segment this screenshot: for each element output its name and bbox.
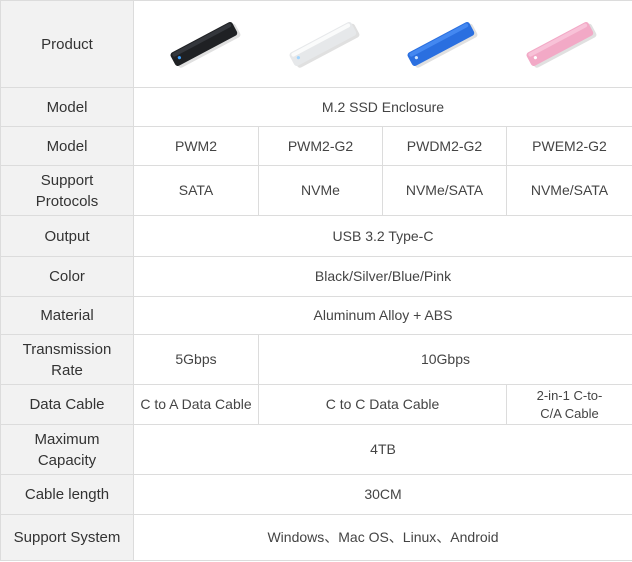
label-product: Product	[0, 0, 134, 88]
label-capacity: Maximum Capacity	[0, 424, 134, 475]
product-images	[133, 0, 632, 88]
row-model-type: Model M.2 SSD Enclosure	[0, 87, 632, 127]
label-transmission-rate: Transmission Rate	[0, 334, 134, 385]
row-output: Output USB 3.2 Type-C	[0, 215, 632, 257]
product-image-strip	[136, 14, 630, 74]
model-pwem2-g2: PWEM2-G2	[506, 126, 632, 166]
model-type-value: M.2 SSD Enclosure	[133, 87, 632, 127]
material-value: Aluminum Alloy + ABS	[133, 296, 632, 335]
row-support-system: Support System Windows、Mac OS、Linux、Andr…	[0, 514, 632, 561]
row-color: Color Black/Silver/Blue/Pink	[0, 256, 632, 297]
label-capacity-line2: Capacity	[37, 451, 97, 469]
label-support-system: Support System	[0, 514, 134, 561]
row-product: Product	[0, 0, 632, 88]
rate-5gbps: 5Gbps	[133, 334, 259, 385]
cable-length-value: 30CM	[133, 474, 632, 515]
label-rate-line2: Rate	[51, 361, 83, 379]
model-pwm2: PWM2	[133, 126, 259, 166]
color-value: Black/Silver/Blue/Pink	[133, 256, 632, 297]
rate-10gbps: 10Gbps	[258, 334, 632, 385]
label-model-type: Model	[0, 87, 134, 127]
row-protocols: Support Protocols SATA NVMe NVMe/SATA NVM…	[0, 165, 632, 216]
label-material: Material	[0, 296, 134, 335]
cable-2-in-1-line1: 2-in-1 C-to-	[536, 387, 603, 403]
label-rate-line1: Transmission	[22, 340, 112, 358]
model-pwm2-g2: PWM2-G2	[258, 126, 383, 166]
label-model: Model	[0, 126, 134, 166]
black-enclosure	[165, 14, 245, 74]
cable-2-in-1: 2-in-1 C-to- C/A Cable	[506, 384, 632, 425]
support-system-value: Windows、Mac OS、Linux、Android	[133, 514, 632, 561]
spec-table: Product Model M.2 SSD Enclosure Model PW…	[0, 0, 632, 561]
label-protocols-line1: Support	[40, 171, 94, 189]
label-output: Output	[0, 215, 134, 257]
protocol-pwm2-g2: NVMe	[258, 165, 383, 216]
row-capacity: Maximum Capacity 4TB	[0, 424, 632, 475]
row-data-cable: Data Cable C to A Data Cable C to C Data…	[0, 384, 632, 425]
cable-c-to-c: C to C Data Cable	[258, 384, 507, 425]
label-color: Color	[0, 256, 134, 297]
row-cable-length: Cable length 30CM	[0, 474, 632, 515]
protocol-pwdm2-g2: NVMe/SATA	[382, 165, 507, 216]
capacity-value: 4TB	[133, 424, 632, 475]
label-protocols-line2: Protocols	[35, 192, 99, 210]
label-protocols: Support Protocols	[0, 165, 134, 216]
output-value: USB 3.2 Type-C	[133, 215, 632, 257]
row-model: Model PWM2 PWM2-G2 PWDM2-G2 PWEM2-G2	[0, 126, 632, 166]
pink-enclosure	[521, 14, 601, 74]
label-cable-length: Cable length	[0, 474, 134, 515]
protocol-pwem2-g2: NVMe/SATA	[506, 165, 632, 216]
cable-c-to-a: C to A Data Cable	[133, 384, 259, 425]
protocol-pwm2: SATA	[133, 165, 259, 216]
label-capacity-line1: Maximum	[34, 430, 100, 448]
model-pwdm2-g2: PWDM2-G2	[382, 126, 507, 166]
blue-enclosure	[402, 14, 482, 74]
row-material: Material Aluminum Alloy + ABS	[0, 296, 632, 335]
silver-enclosure	[284, 14, 364, 74]
cable-2-in-1-line2: C/A Cable	[540, 405, 599, 421]
label-data-cable: Data Cable	[0, 384, 134, 425]
row-transmission-rate: Transmission Rate 5Gbps 10Gbps	[0, 334, 632, 385]
